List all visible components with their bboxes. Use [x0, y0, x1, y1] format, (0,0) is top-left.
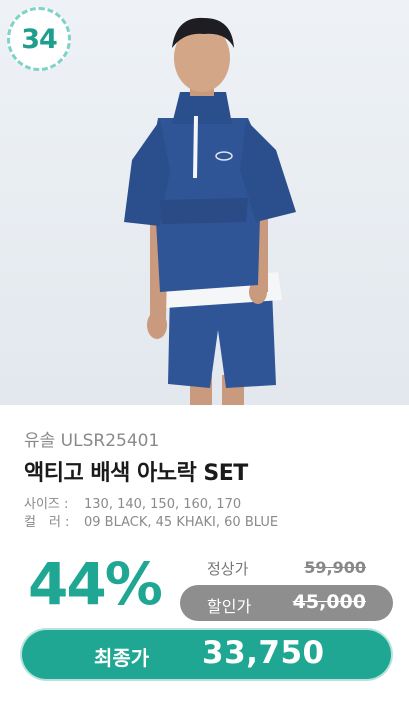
color-label: 컬 러 :	[24, 515, 70, 530]
product-photo[interactable]: 34	[0, 0, 409, 405]
rank-number: 34	[21, 23, 58, 55]
rank-badge: 34	[7, 7, 71, 71]
color-values: 09 BLACK, 45 KHAKI, 60 BLUE	[84, 515, 279, 530]
sale-price-label: 할인가	[207, 597, 252, 616]
brand-code: 유솔 ULSR25401	[24, 431, 160, 451]
size-values: 130, 140, 150, 160, 170	[84, 497, 242, 512]
product-name[interactable]: 액티고 배색 아노락 SET	[24, 455, 248, 487]
regular-price-label: 정상가	[207, 560, 249, 578]
discount-rate: 44%	[28, 550, 163, 618]
final-price: 33,750	[202, 635, 325, 671]
final-price-label: 최종가	[94, 646, 150, 670]
size-label: 사이즈 :	[24, 497, 69, 512]
size-info: 사이즈 : 130, 140, 150, 160, 170	[24, 493, 241, 512]
color-info: 컬 러 : 09 BLACK, 45 KHAKI, 60 BLUE	[24, 511, 278, 530]
sale-price: 45,000	[292, 591, 366, 613]
regular-price: 59,900	[304, 558, 366, 577]
